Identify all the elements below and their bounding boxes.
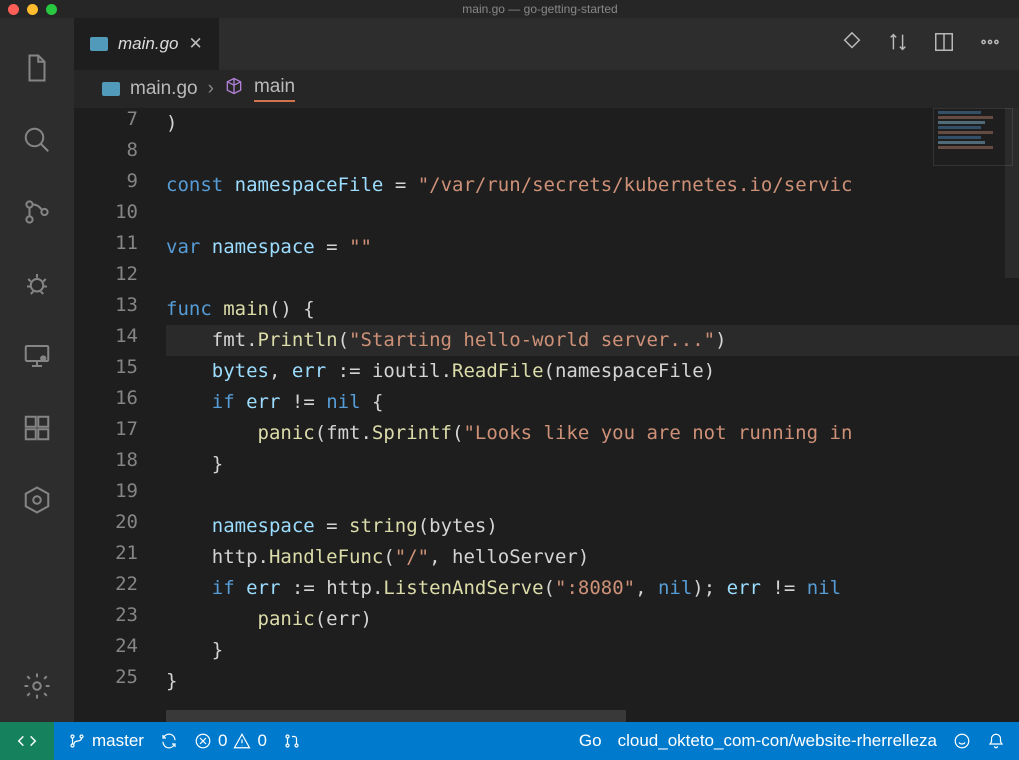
- breadcrumb-file: main.go: [130, 78, 198, 100]
- title-bar: main.go — go-getting-started: [0, 0, 1019, 18]
- source-control-icon[interactable]: [0, 176, 74, 248]
- code-content[interactable]: ) const namespaceFile = "/var/run/secret…: [166, 108, 1019, 710]
- debug-icon[interactable]: [0, 248, 74, 320]
- vertical-scrollbar[interactable]: [1005, 108, 1019, 278]
- horizontal-scrollbar[interactable]: [74, 710, 1019, 722]
- tab-close-icon[interactable]: ✕: [188, 34, 202, 54]
- window-close-icon[interactable]: [8, 4, 19, 15]
- warning-count: 0: [257, 731, 266, 751]
- extensions-icon[interactable]: [0, 392, 74, 464]
- line-gutter: 78910111213141516171819202122232425: [74, 108, 166, 710]
- minimap[interactable]: [933, 108, 1013, 166]
- window-zoom-icon[interactable]: [46, 4, 57, 15]
- chevron-right-icon: ›: [208, 78, 214, 100]
- feedback-icon[interactable]: [953, 732, 971, 750]
- activity-bar: [0, 18, 74, 722]
- go-file-icon: [90, 37, 108, 51]
- problems[interactable]: 0 0: [194, 731, 267, 751]
- remote-indicator[interactable]: [0, 722, 54, 760]
- gitlens-icon[interactable]: [841, 31, 863, 58]
- tab-label: main.go: [118, 34, 178, 54]
- pull-request-icon[interactable]: [283, 732, 301, 750]
- search-icon[interactable]: [0, 104, 74, 176]
- breadcrumb-symbol: main: [254, 76, 295, 102]
- settings-gear-icon[interactable]: [0, 650, 74, 722]
- window-title: main.go — go-getting-started: [69, 2, 1011, 16]
- notifications-icon[interactable]: [987, 732, 1005, 750]
- more-actions-icon[interactable]: [979, 31, 1001, 58]
- tab-main-go[interactable]: main.go ✕: [74, 18, 219, 70]
- kubernetes-icon[interactable]: [0, 464, 74, 536]
- code-editor[interactable]: 78910111213141516171819202122232425 ) co…: [74, 108, 1019, 710]
- compare-icon[interactable]: [887, 31, 909, 58]
- sync-icon[interactable]: [160, 732, 178, 750]
- git-branch[interactable]: master: [68, 731, 144, 751]
- split-editor-icon[interactable]: [933, 31, 955, 58]
- branch-name: master: [92, 731, 144, 751]
- language-mode[interactable]: Go: [579, 731, 602, 751]
- k8s-context[interactable]: cloud_okteto_com-con/website-rherrelleza: [618, 731, 937, 751]
- go-file-icon: [102, 82, 120, 96]
- status-bar: master 0 0 Go cloud_okteto_com-con/websi…: [0, 722, 1019, 760]
- explorer-icon[interactable]: [0, 32, 74, 104]
- package-icon: [224, 76, 244, 102]
- editor-tabs: main.go ✕: [74, 18, 1019, 70]
- remote-explorer-icon[interactable]: [0, 320, 74, 392]
- window-minimize-icon[interactable]: [27, 4, 38, 15]
- error-count: 0: [218, 731, 227, 751]
- breadcrumb[interactable]: main.go › main: [74, 70, 1019, 108]
